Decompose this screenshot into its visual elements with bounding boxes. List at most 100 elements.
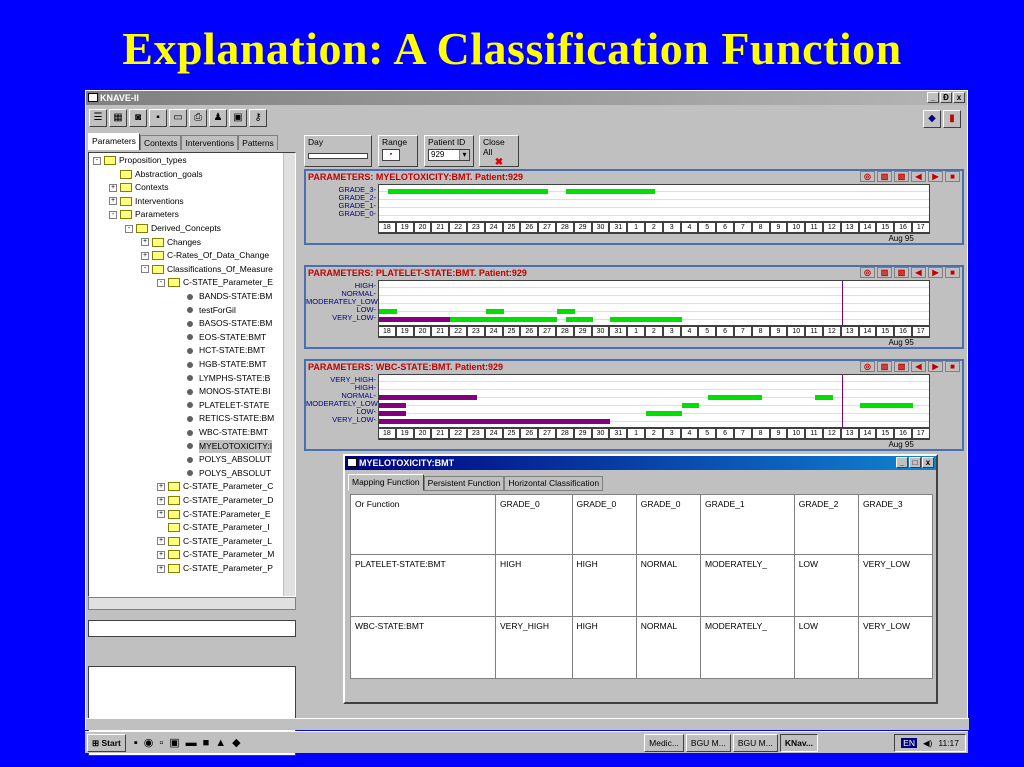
tree-node[interactable]: HCT-STATE:BMT — [173, 344, 265, 357]
mapping-cell[interactable]: GRADE_3 — [857, 494, 934, 555]
panel-close-icon[interactable]: ■ — [945, 171, 960, 182]
tree-node[interactable]: POLYS_ABSOLUT — [173, 453, 271, 466]
tree-node[interactable]: C-STATE_Parameter_I — [157, 521, 270, 534]
next-arrow-icon[interactable]: ▶ — [928, 361, 943, 372]
state-interval[interactable] — [557, 309, 575, 314]
dialog-tab[interactable]: Persistent Function — [423, 476, 505, 491]
next-arrow-icon[interactable]: ▶ — [928, 171, 943, 182]
restore-button[interactable]: Ɖ — [940, 92, 952, 103]
state-interval[interactable] — [379, 317, 451, 322]
state-interval[interactable] — [646, 411, 682, 416]
mapping-cell[interactable]: LOW — [793, 616, 859, 679]
exit-door-icon[interactable]: ▮ — [943, 110, 961, 128]
tree-node[interactable]: + C-Rates_Of_Data_Change — [141, 249, 269, 262]
prev-arrow-icon[interactable]: ◀ — [911, 171, 926, 182]
settings-icon[interactable]: ▧ — [894, 267, 909, 278]
dialog-close-button[interactable]: x — [922, 457, 934, 468]
tree-node[interactable]: + Changes — [141, 236, 201, 249]
tree-node[interactable]: + C-STATE_Parameter_M — [157, 548, 274, 561]
tree-node[interactable]: - Proposition_types — [93, 154, 187, 167]
collapse-icon[interactable]: - — [109, 210, 117, 219]
open-folder-icon[interactable]: ▭ — [169, 109, 187, 127]
tree-node[interactable]: BANDS-STATE:BM — [173, 290, 272, 303]
print-icon[interactable]: ⎙ — [189, 109, 207, 127]
mapping-cell[interactable]: HIGH — [571, 554, 637, 617]
tree-node[interactable]: - Classifications_Of_Measure — [141, 263, 273, 276]
prev-arrow-icon[interactable]: ◀ — [911, 267, 926, 278]
state-interval[interactable] — [485, 309, 504, 314]
tree-node[interactable]: + Interventions — [109, 195, 184, 208]
tree-node[interactable]: MYELOTOXICITY:I — [173, 439, 273, 453]
key-icon[interactable]: ⚷ — [249, 109, 267, 127]
row-header-cell[interactable]: Or Function — [350, 494, 496, 555]
mapping-cell[interactable]: MODERATELY_ — [699, 554, 795, 617]
expand-icon[interactable]: + — [109, 197, 117, 206]
mapping-cell[interactable]: VERY_LOW — [857, 554, 934, 617]
day-slider[interactable] — [308, 153, 368, 159]
tree-node[interactable]: - Parameters — [109, 208, 179, 221]
expand-icon[interactable]: + — [157, 537, 165, 546]
tree-view-icon[interactable]: ☰ — [89, 109, 107, 127]
state-interval[interactable] — [681, 403, 700, 408]
speaker-icon[interactable]: ◀) — [923, 738, 932, 749]
chart-icon[interactable]: ▥ — [877, 171, 892, 182]
day-control[interactable]: Day — [304, 135, 372, 167]
tree-node[interactable]: - Derived_Concepts — [125, 222, 221, 235]
tree-node[interactable]: HGB-STATE:BMT — [173, 358, 267, 371]
tree-node[interactable]: POLYS_ABSOLUT — [173, 467, 271, 480]
expand-icon[interactable]: + — [157, 564, 165, 573]
start-button[interactable]: ⊞ Start — [87, 733, 126, 752]
taskbar-item[interactable]: Medic... — [644, 733, 684, 752]
mapping-cell[interactable]: VERY_HIGH — [495, 616, 573, 679]
mapping-cell[interactable]: HIGH — [495, 554, 573, 617]
mapping-cell[interactable]: NORMAL — [635, 616, 701, 679]
state-interval[interactable] — [379, 411, 406, 416]
tab-parameters[interactable]: Parameters — [88, 133, 140, 150]
mapping-cell[interactable]: MODERATELY_ — [699, 616, 795, 679]
state-interval[interactable] — [450, 317, 557, 322]
expand-icon[interactable]: + — [141, 238, 149, 247]
next-arrow-icon[interactable]: ▶ — [928, 267, 943, 278]
collapse-icon[interactable]: - — [93, 156, 101, 165]
tree-node[interactable]: LYMPHS-STATE:B — [173, 372, 270, 385]
mapping-cell[interactable]: NORMAL — [635, 554, 701, 617]
state-interval[interactable] — [379, 309, 397, 314]
expand-icon[interactable]: + — [141, 251, 149, 260]
row-header-cell[interactable]: PLATELET-STATE:BMT — [350, 554, 496, 617]
state-interval[interactable] — [859, 403, 913, 408]
state-interval[interactable] — [815, 395, 833, 400]
figure-icon[interactable]: ♟ — [209, 109, 227, 127]
tree-node[interactable]: testForGil — [173, 304, 236, 317]
expand-icon[interactable]: + — [157, 510, 165, 519]
state-interval[interactable] — [379, 419, 611, 424]
dialog-restore-button[interactable]: □ — [909, 457, 921, 468]
row-header-cell[interactable]: WBC-STATE:BMT — [350, 616, 496, 679]
tab-contexts[interactable]: Contexts — [139, 135, 182, 150]
settings-icon[interactable]: ▧ — [894, 171, 909, 182]
taskbar-item[interactable]: BGU M... — [732, 733, 778, 752]
tree-node[interactable]: Abstraction_goals — [109, 168, 203, 181]
minimize-button[interactable]: _ — [927, 92, 939, 103]
tree-node[interactable]: + C-STATE_Parameter_C — [157, 480, 273, 493]
tab-patterns[interactable]: Patterns — [238, 135, 278, 150]
range-button[interactable]: Range ▪ — [378, 135, 418, 167]
zoom-icon[interactable]: ◎ — [860, 361, 875, 372]
tree-node[interactable]: + C-STATE_Parameter_L — [157, 535, 272, 548]
mapping-cell[interactable]: GRADE_0 — [571, 494, 637, 555]
mapping-cell[interactable]: LOW — [793, 554, 859, 617]
camera-icon[interactable]: ◙ — [129, 109, 147, 127]
language-indicator[interactable]: EN — [901, 738, 917, 748]
tree-node[interactable]: - C-STATE_Parameter_E — [157, 276, 273, 289]
zoom-icon[interactable]: ◎ — [860, 171, 875, 182]
tree-node[interactable]: MONOS-STATE:BI — [173, 385, 270, 398]
collapse-icon[interactable]: - — [125, 224, 133, 233]
state-interval[interactable] — [565, 189, 655, 194]
settings-icon[interactable]: ▧ — [894, 361, 909, 372]
state-interval[interactable] — [387, 189, 549, 194]
tree-node[interactable]: BASOS-STATE:BM — [173, 317, 272, 330]
zoom-icon[interactable]: ◎ — [860, 267, 875, 278]
tab-interventions[interactable]: Interventions — [181, 135, 239, 150]
collapse-icon[interactable]: - — [157, 278, 165, 287]
state-interval[interactable] — [610, 317, 682, 322]
quick-launch-icons[interactable]: ▪◉▫▣▬■▲◆ — [128, 736, 278, 749]
